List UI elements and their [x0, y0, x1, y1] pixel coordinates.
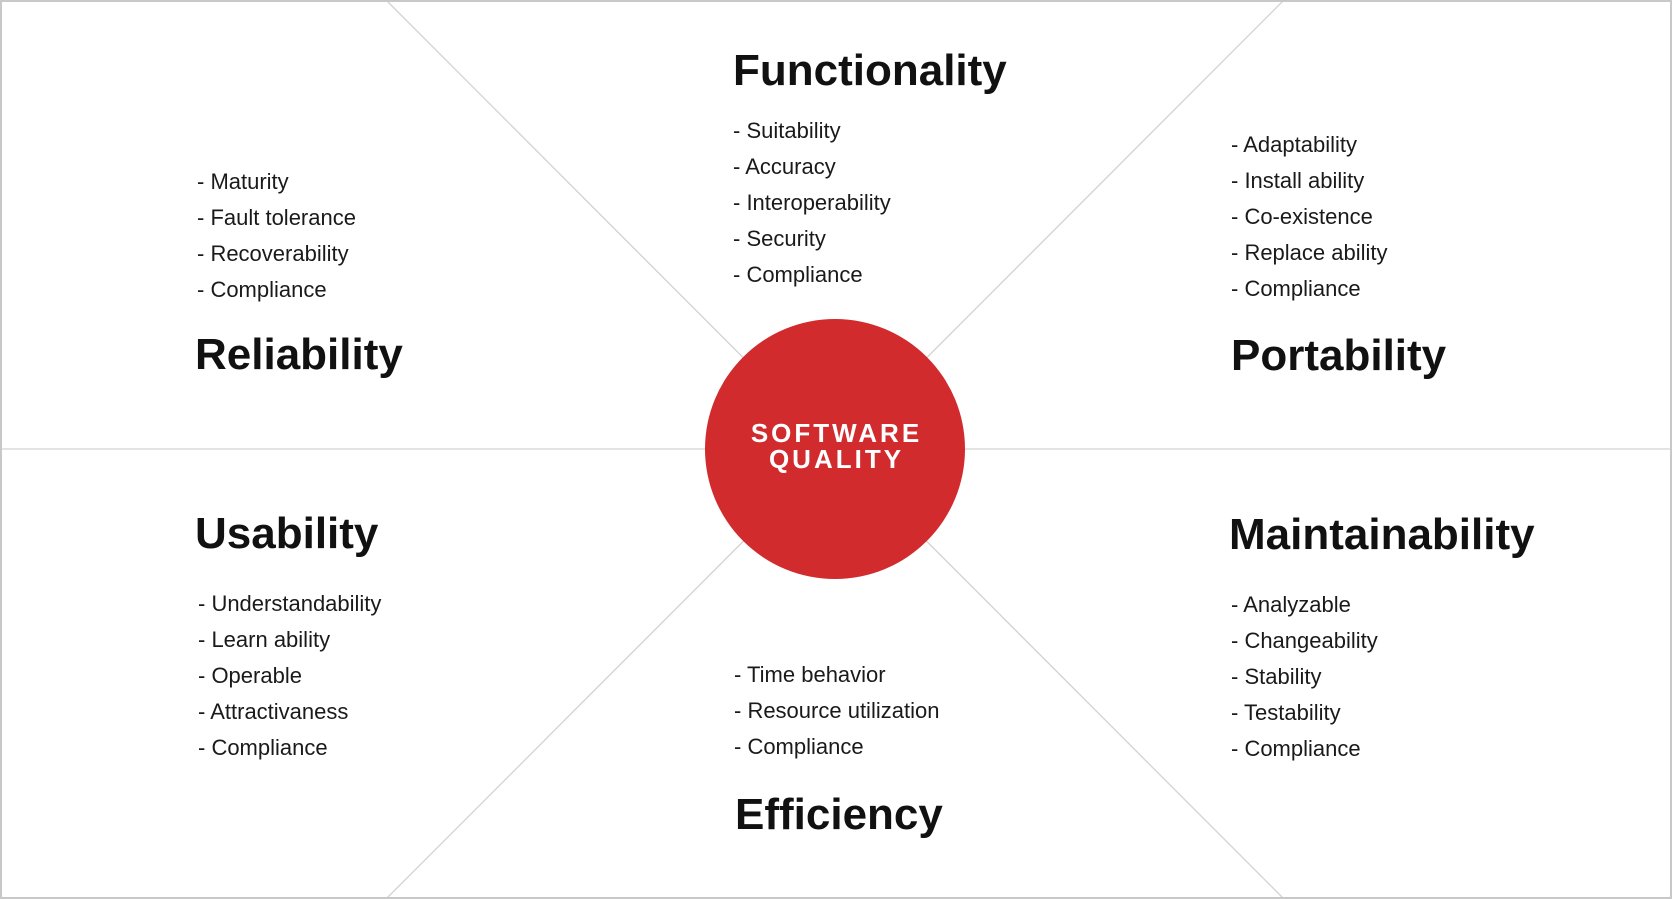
usability-item: - Understandability [198, 591, 382, 616]
functionality-list: - Suitability - Accuracy - Interoperabil… [733, 113, 891, 293]
hub-label-line2: QUALITY [768, 444, 905, 474]
functionality-item: - Interoperability [733, 190, 891, 215]
functionality-item: - Security [733, 226, 826, 251]
efficiency-title: Efficiency [735, 790, 943, 839]
reliability-item: - Compliance [197, 277, 327, 302]
portability-item: - Install ability [1231, 168, 1365, 193]
maintainability-item: - Stability [1231, 664, 1322, 689]
reliability-item: - Maturity [197, 169, 289, 194]
efficiency-list: - Time behavior - Resource utilization -… [734, 657, 939, 765]
usability-title: Usability [195, 509, 379, 558]
usability-item: - Learn ability [198, 627, 331, 652]
reliability-item: - Recoverability [197, 241, 349, 266]
functionality-title: Functionality [733, 46, 1007, 95]
maintainability-item: - Analyzable [1231, 592, 1351, 617]
maintainability-item: - Compliance [1231, 736, 1361, 761]
maintainability-item: - Testability [1231, 700, 1341, 725]
portability-item: - Replace ability [1231, 240, 1388, 265]
maintainability-item: - Changeability [1231, 628, 1378, 653]
portability-title: Portability [1231, 331, 1447, 380]
efficiency-item: - Compliance [734, 734, 864, 759]
usability-item: - Attractivaness [198, 699, 349, 724]
usability-item: - Compliance [198, 735, 328, 760]
portability-item: - Adaptability [1231, 132, 1357, 157]
portability-list: - Adaptability - Install ability - Co-ex… [1231, 127, 1388, 307]
software-quality-hub: SOFTWARE QUALITY [705, 319, 965, 579]
usability-item: - Operable [198, 663, 302, 688]
functionality-item: - Compliance [733, 262, 863, 287]
maintainability-list: - Analyzable - Changeability - Stability… [1231, 587, 1378, 767]
portability-item: - Co-existence [1231, 204, 1373, 229]
reliability-list: - Maturity - Fault tolerance - Recoverab… [197, 164, 356, 308]
usability-list: - Understandability - Learn ability - Op… [198, 586, 381, 766]
reliability-title: Reliability [195, 330, 403, 379]
portability-item: - Compliance [1231, 276, 1361, 301]
software-quality-diagram: Functionality - Suitability - Accuracy -… [0, 0, 1672, 899]
efficiency-item: - Time behavior [734, 662, 886, 687]
maintainability-title: Maintainability [1229, 510, 1535, 559]
functionality-item: - Accuracy [733, 154, 836, 179]
efficiency-item: - Resource utilization [734, 698, 940, 723]
reliability-item: - Fault tolerance [197, 205, 356, 230]
functionality-item: - Suitability [733, 118, 841, 143]
